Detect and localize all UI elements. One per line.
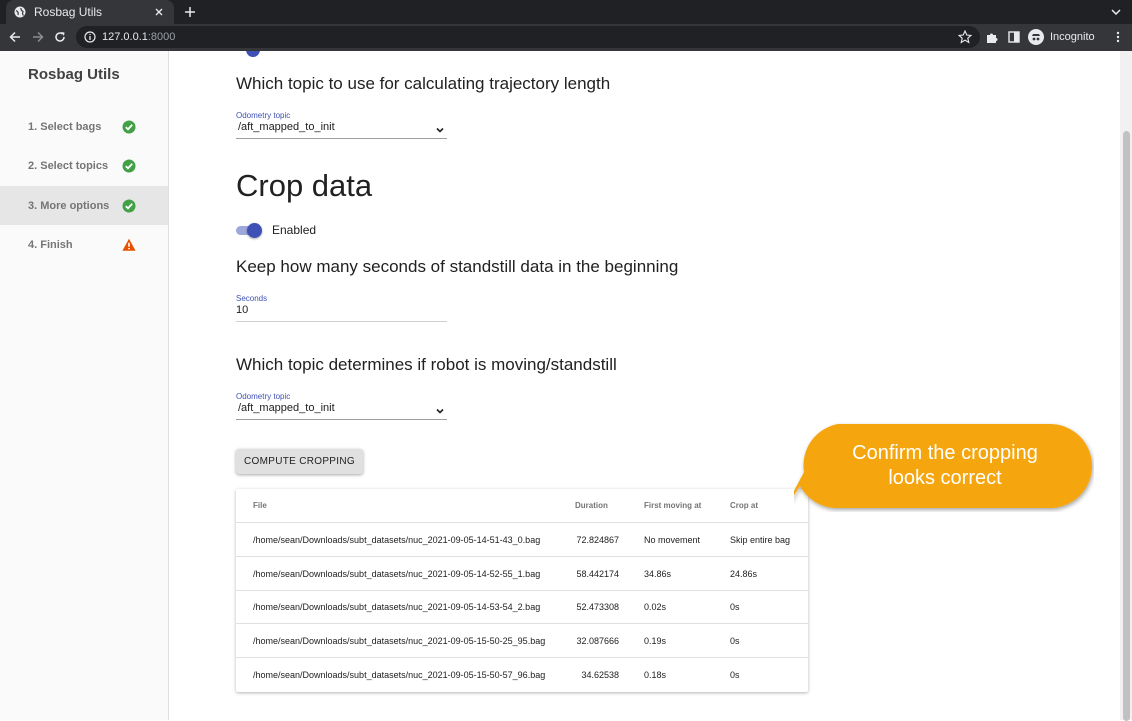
seconds-label: Seconds bbox=[236, 294, 268, 303]
cell-duration: 52.473308 bbox=[576, 601, 619, 612]
cell-crop-at: 0s bbox=[730, 670, 740, 680]
select-value: /aft_mapped_to_init bbox=[238, 402, 335, 414]
url-port: :8000 bbox=[147, 31, 176, 43]
table-row: /home/sean/Downloads/subt_datasets/nuc_2… bbox=[236, 624, 808, 658]
cell-duration: 34.62538 bbox=[581, 670, 619, 680]
scrollbar-thumb[interactable] bbox=[1123, 131, 1130, 721]
tab-title: Rosbag Utils bbox=[34, 5, 103, 19]
cell-crop-at: Skip entire bag bbox=[730, 534, 791, 545]
trajectory-odometry-select[interactable]: /aft_mapped_to_init bbox=[236, 121, 447, 139]
callout-text: Confirm the cropping looks correct bbox=[852, 442, 1038, 489]
incognito-label: Incognito bbox=[1050, 31, 1095, 43]
new-tab-icon[interactable] bbox=[182, 4, 198, 20]
main-content: Which topic to use for calculating traje… bbox=[170, 51, 1120, 720]
browser-tab-bar: Rosbag Utils bbox=[0, 0, 1132, 24]
check-circle-icon bbox=[122, 120, 136, 133]
cell-file: /home/sean/Downloads/subt_datasets/nuc_2… bbox=[253, 568, 541, 579]
odometry-topic-label: Odometry topic bbox=[236, 392, 291, 401]
header-duration: Duration bbox=[575, 501, 608, 510]
warning-icon bbox=[122, 238, 136, 251]
cell-file: /home/sean/Downloads/subt_datasets/nuc_2… bbox=[253, 601, 541, 612]
step-select-topics[interactable]: 2. Select topics bbox=[0, 146, 168, 185]
step-select-bags[interactable]: 1. Select bags bbox=[0, 107, 168, 146]
seconds-value: 10 bbox=[236, 304, 249, 316]
cell-first-moving: 0.18s bbox=[644, 670, 667, 680]
cell-file: /home/sean/Downloads/subt_datasets/nuc_2… bbox=[253, 635, 546, 646]
extensions-puzzle-icon[interactable] bbox=[985, 30, 999, 44]
table-row: /home/sean/Downloads/subt_datasets/nuc_2… bbox=[236, 658, 808, 692]
header-file: File bbox=[253, 501, 267, 510]
step-finish[interactable]: 4. Finish bbox=[0, 225, 168, 264]
crop-enabled-label: Enabled bbox=[272, 223, 317, 237]
cell-file: /home/sean/Downloads/subt_datasets/nuc_2… bbox=[253, 534, 541, 545]
chevron-down-icon bbox=[436, 408, 444, 414]
vertical-scrollbar[interactable] bbox=[1120, 51, 1132, 721]
check-circle-icon bbox=[122, 159, 136, 172]
select-value: /aft_mapped_to_init bbox=[238, 121, 335, 133]
forward-arrow-icon[interactable] bbox=[30, 29, 46, 45]
crop-enabled-toggle[interactable] bbox=[236, 223, 262, 238]
cropping-table: File Duration First moving at Crop at /h… bbox=[236, 489, 808, 692]
seconds-input[interactable]: 10 bbox=[236, 304, 447, 322]
bookmark-star-icon[interactable] bbox=[958, 30, 972, 44]
info-icon[interactable] bbox=[84, 31, 96, 43]
moving-heading: Which topic determines if robot is movin… bbox=[236, 355, 617, 374]
table-header: File Duration First moving at Crop at bbox=[236, 489, 808, 523]
incognito-icon bbox=[1028, 29, 1044, 45]
standstill-heading: Keep how many seconds of standstill data… bbox=[236, 257, 679, 276]
incognito-profile[interactable]: Incognito bbox=[1028, 27, 1095, 47]
url-host: 127.0.0.1 bbox=[102, 31, 148, 43]
chevron-down-icon bbox=[436, 127, 444, 133]
step-label: 3. More options bbox=[28, 199, 110, 212]
cell-first-moving: 0.02s bbox=[644, 601, 667, 612]
step-more-options[interactable]: 3. More options bbox=[0, 186, 168, 225]
globe-icon bbox=[14, 6, 26, 18]
cell-duration: 58.442174 bbox=[576, 568, 619, 579]
chevron-down-icon[interactable] bbox=[1108, 4, 1124, 20]
cell-first-moving: 34.86s bbox=[644, 568, 672, 579]
step-label: 4. Finish bbox=[28, 238, 73, 251]
step-label: 2. Select topics bbox=[28, 159, 109, 172]
cell-crop-at: 0s bbox=[730, 601, 740, 612]
odometry-topic-label: Odometry topic bbox=[236, 111, 291, 120]
table-row: /home/sean/Downloads/subt_datasets/nuc_2… bbox=[236, 557, 808, 591]
step-label: 1. Select bags bbox=[28, 120, 102, 133]
crop-data-heading: Crop data bbox=[236, 168, 373, 203]
browser-tab[interactable]: Rosbag Utils bbox=[6, 0, 174, 24]
close-tab-icon[interactable] bbox=[152, 5, 166, 19]
toggle-knob bbox=[247, 223, 262, 238]
cell-duration: 72.824867 bbox=[576, 534, 619, 545]
app-title: Rosbag Utils bbox=[28, 66, 120, 83]
side-panel-icon[interactable] bbox=[1007, 30, 1021, 44]
back-arrow-icon[interactable] bbox=[7, 29, 23, 45]
header-first-moving: First moving at bbox=[644, 501, 702, 510]
sidebar: Rosbag Utils 1. Select bags 2. Select to… bbox=[0, 51, 169, 720]
cell-crop-at: 0s bbox=[730, 635, 740, 646]
header-crop-at: Crop at bbox=[730, 501, 758, 510]
more-vert-icon[interactable] bbox=[1111, 30, 1125, 44]
check-circle-icon bbox=[122, 199, 136, 212]
compute-cropping-button[interactable]: COMPUTE CROPPING bbox=[236, 449, 363, 474]
address-bar[interactable]: 127.0.0.1:8000 bbox=[76, 26, 980, 48]
moving-odometry-select[interactable]: /aft_mapped_to_init bbox=[236, 402, 447, 420]
cell-first-moving: No movement bbox=[644, 534, 701, 545]
cell-crop-at: 24.86s bbox=[730, 568, 758, 579]
table-row: /home/sean/Downloads/subt_datasets/nuc_2… bbox=[236, 523, 808, 557]
table-row: /home/sean/Downloads/subt_datasets/nuc_2… bbox=[236, 590, 808, 624]
reload-icon[interactable] bbox=[52, 29, 68, 45]
cell-duration: 32.087666 bbox=[576, 635, 619, 646]
toggle-knob-partial[interactable] bbox=[246, 51, 260, 57]
cell-first-moving: 0.19s bbox=[644, 635, 667, 646]
browser-toolbar: 127.0.0.1:8000 Incognito bbox=[0, 24, 1132, 51]
cell-file: /home/sean/Downloads/subt_datasets/nuc_2… bbox=[253, 670, 546, 680]
trajectory-heading: Which topic to use for calculating traje… bbox=[236, 74, 611, 93]
